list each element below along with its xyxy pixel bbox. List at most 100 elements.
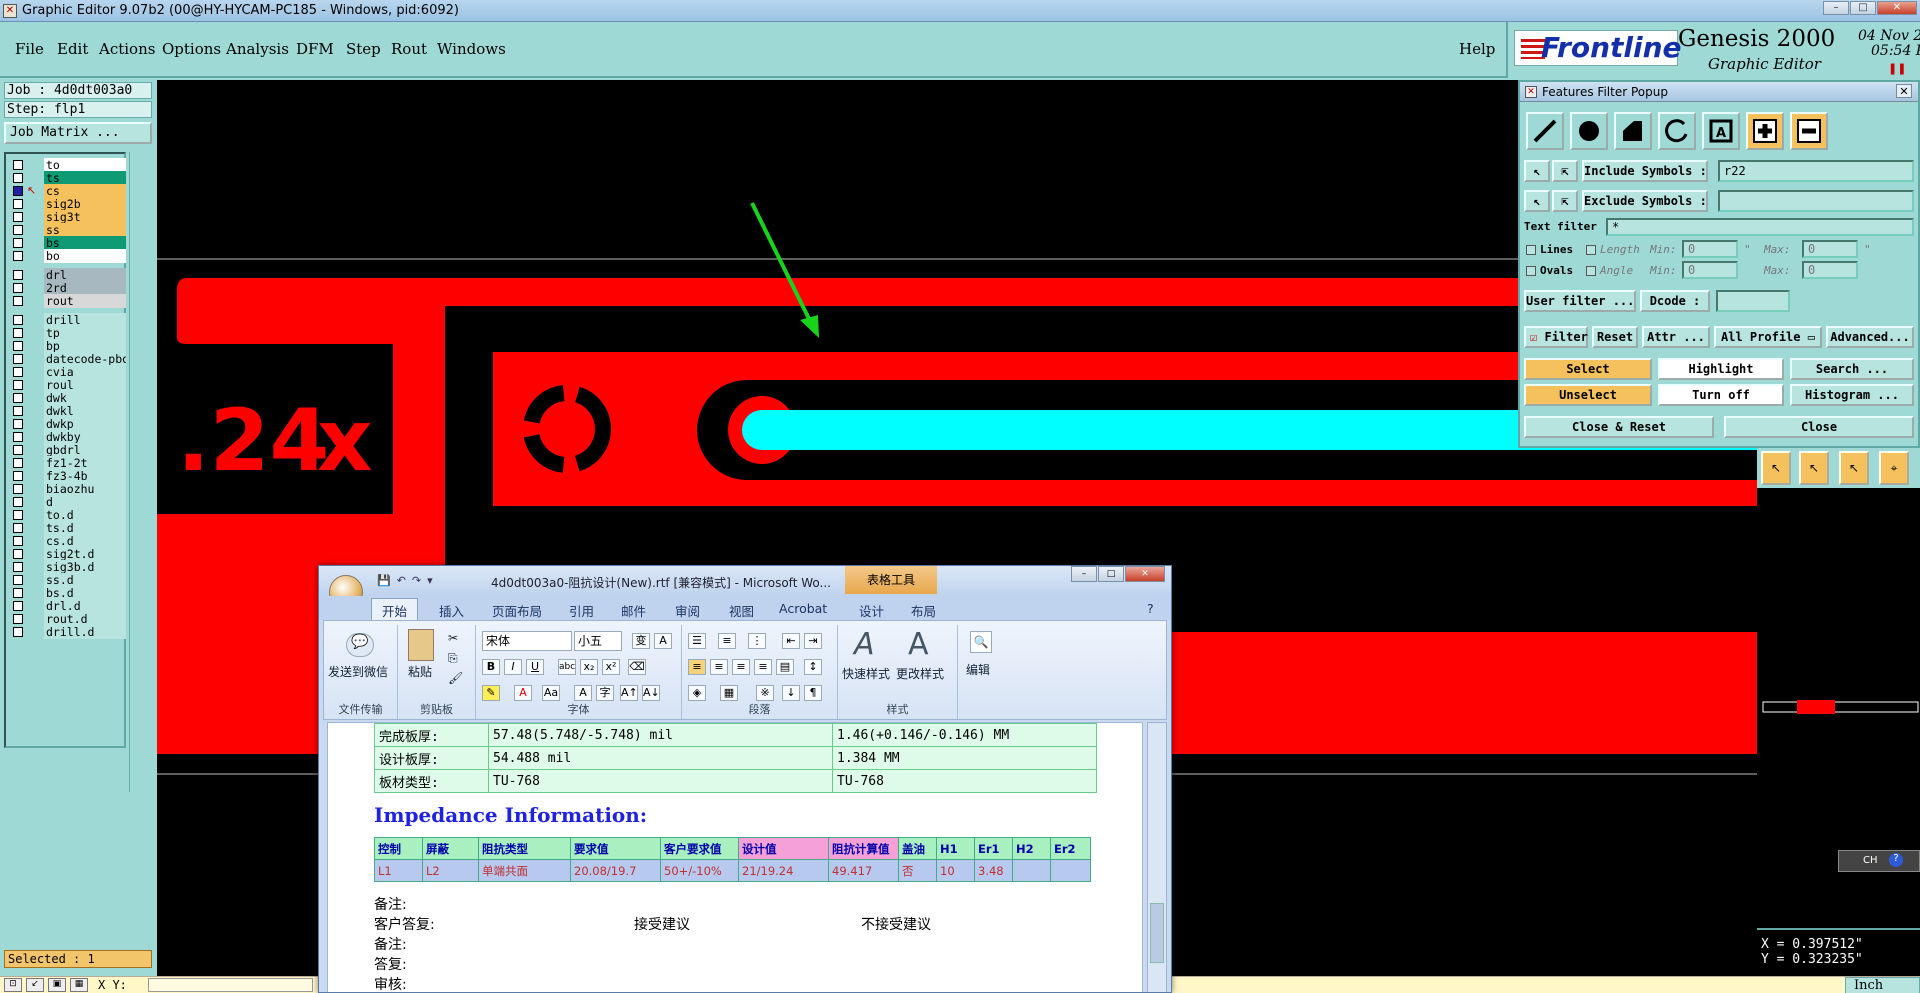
exclude-symbols-button[interactable]: Exclude Symbols : bbox=[1582, 190, 1708, 212]
menu-help[interactable]: Help bbox=[1459, 40, 1495, 58]
board-cell[interactable]: 板材类型: bbox=[374, 769, 489, 793]
lines-checkbox[interactable] bbox=[1526, 245, 1536, 255]
layer-checkbox[interactable] bbox=[13, 380, 23, 390]
tab-home[interactable]: 开始 bbox=[371, 598, 419, 622]
imp-header-cell[interactable]: 控制 bbox=[374, 837, 423, 860]
board-cell[interactable]: 设计板厚: bbox=[374, 746, 489, 770]
layer-row[interactable]: dwkl bbox=[8, 404, 126, 418]
layer-name[interactable]: to.d bbox=[44, 508, 126, 522]
multilevel-list-icon[interactable]: ⋮ bbox=[748, 633, 766, 649]
edit-button[interactable]: 编辑 bbox=[966, 661, 990, 678]
imp-cell[interactable]: 49.417 bbox=[828, 859, 899, 882]
layer-row[interactable]: sig3b.d bbox=[8, 560, 126, 574]
layer-name[interactable]: cs bbox=[44, 184, 126, 198]
word-maximize-button[interactable]: □ bbox=[1098, 566, 1124, 582]
length-checkbox[interactable] bbox=[1586, 245, 1596, 255]
search-button[interactable]: Search ... bbox=[1790, 358, 1914, 380]
imp-header-cell[interactable]: 客户要求值 bbox=[660, 837, 739, 860]
close-popup-button[interactable]: Close bbox=[1724, 416, 1914, 438]
layer-checkbox[interactable] bbox=[13, 627, 23, 637]
layer-row[interactable]: ts bbox=[8, 171, 126, 185]
text-symbol-button[interactable]: A bbox=[1702, 112, 1740, 150]
layer-name[interactable]: ss bbox=[44, 223, 126, 237]
layer-checkbox[interactable] bbox=[13, 614, 23, 624]
imp-header-cell[interactable]: 阻抗类型 bbox=[478, 837, 571, 860]
wechat-icon[interactable]: 💬 bbox=[346, 633, 374, 657]
maximize-button[interactable]: □ bbox=[1850, 1, 1876, 15]
increase-indent-icon[interactable]: ⇥ bbox=[804, 633, 822, 649]
menu-options[interactable]: Options bbox=[162, 40, 221, 58]
layer-checkbox[interactable] bbox=[13, 393, 23, 403]
board-cell[interactable]: 完成板厚: bbox=[374, 723, 489, 747]
imp-cell[interactable] bbox=[1012, 859, 1051, 882]
layer-checkbox[interactable] bbox=[13, 601, 23, 611]
layer-name[interactable]: bs bbox=[44, 236, 126, 250]
layer-name[interactable]: fz3-4b bbox=[44, 469, 126, 483]
layer-row[interactable]: bp bbox=[8, 339, 126, 353]
paste-button[interactable]: 粘贴 bbox=[408, 663, 432, 680]
close-reset-button[interactable]: Close & Reset bbox=[1524, 416, 1714, 438]
layer-row[interactable]: ts.d bbox=[8, 521, 126, 535]
layer-row[interactable]: ss.d bbox=[8, 573, 126, 587]
layer-checkbox[interactable] bbox=[13, 471, 23, 481]
underline-icon[interactable]: U bbox=[526, 659, 544, 675]
layer-row[interactable]: tp bbox=[8, 326, 126, 340]
layer-row[interactable]: bs bbox=[8, 236, 126, 250]
angle-max-input[interactable]: 0 bbox=[1802, 261, 1858, 279]
layer-checkbox[interactable] bbox=[13, 238, 23, 248]
imp-cell[interactable]: 50+/-10% bbox=[660, 859, 739, 882]
layer-name[interactable]: drl.d bbox=[44, 599, 126, 613]
unselect-button[interactable]: Unselect bbox=[1524, 384, 1652, 406]
angle-min-input[interactable]: 0 bbox=[1682, 261, 1738, 279]
tool-b-icon[interactable]: ↙ bbox=[26, 978, 44, 992]
layer-row[interactable]: rout.d bbox=[8, 612, 126, 626]
distributed-icon[interactable]: ▤ bbox=[776, 659, 794, 675]
user-filter-button[interactable]: User filter ... bbox=[1524, 290, 1636, 312]
layer-row[interactable]: drill.d bbox=[8, 625, 126, 639]
layer-row[interactable]: gbdrl bbox=[8, 443, 126, 457]
job-matrix-button[interactable]: Job Matrix ... bbox=[4, 122, 152, 144]
decrease-indent-icon[interactable]: ⇤ bbox=[782, 633, 800, 649]
layer-checkbox[interactable] bbox=[13, 199, 23, 209]
show-marks-icon[interactable]: ¶ bbox=[804, 685, 822, 701]
layer-checkbox[interactable] bbox=[13, 354, 23, 364]
profile-dropdown[interactable]: All Profile ▭ bbox=[1714, 326, 1822, 348]
clear-format-icon[interactable]: ⌫ bbox=[628, 659, 646, 675]
board-cell[interactable]: 1.384 MM bbox=[832, 746, 1097, 770]
bold-icon[interactable]: B bbox=[482, 659, 500, 675]
change-case-icon[interactable]: Aa bbox=[542, 685, 560, 701]
layer-row[interactable]: d bbox=[8, 495, 126, 509]
borders-icon[interactable]: ▦ bbox=[720, 685, 738, 701]
layer-row[interactable]: drill bbox=[8, 313, 126, 327]
layer-row[interactable]: ss bbox=[8, 223, 126, 237]
tab-page-layout[interactable]: 页面布局 bbox=[492, 601, 542, 620]
subscript-icon[interactable]: x₂ bbox=[580, 659, 598, 675]
tab-review[interactable]: 审阅 bbox=[675, 601, 700, 620]
pointer-icon[interactable]: ↖ bbox=[1761, 451, 1791, 485]
paste-icon[interactable] bbox=[408, 629, 434, 661]
menu-step[interactable]: Step bbox=[346, 40, 381, 58]
layer-checkbox[interactable] bbox=[13, 536, 23, 546]
layer-name[interactable]: bs.d bbox=[44, 586, 126, 600]
layer-checkbox[interactable] bbox=[13, 328, 23, 338]
highlight-button[interactable]: Highlight bbox=[1658, 358, 1784, 380]
font-color-icon[interactable]: A bbox=[514, 685, 532, 701]
popup-close-icon[interactable]: ✕ bbox=[1896, 84, 1912, 98]
layer-row[interactable]: rout bbox=[8, 294, 126, 308]
numbering-icon[interactable]: ≡ bbox=[718, 633, 736, 649]
layer-row[interactable]: biaozhu bbox=[8, 482, 126, 496]
tab-layout[interactable]: 布局 bbox=[911, 601, 936, 620]
layer-checkbox[interactable] bbox=[13, 251, 23, 261]
layer-row[interactable]: to bbox=[8, 158, 126, 172]
layer-name[interactable]: dwkl bbox=[44, 404, 126, 418]
layer-list-scrollbar[interactable] bbox=[129, 152, 153, 792]
layer-name[interactable]: biaozhu bbox=[44, 482, 126, 496]
layer-row[interactable]: dwkp bbox=[8, 417, 126, 431]
layer-name[interactable]: tp bbox=[44, 326, 126, 340]
layer-row[interactable]: 2rd bbox=[8, 281, 126, 295]
help-icon[interactable]: ? bbox=[1889, 853, 1903, 867]
imp-cell[interactable]: 否 bbox=[898, 859, 937, 882]
line-spacing-icon[interactable]: ↕ bbox=[804, 659, 822, 675]
imp-header-cell[interactable]: 屏蔽 bbox=[422, 837, 479, 860]
font-name-select[interactable]: 宋体 bbox=[482, 631, 572, 651]
